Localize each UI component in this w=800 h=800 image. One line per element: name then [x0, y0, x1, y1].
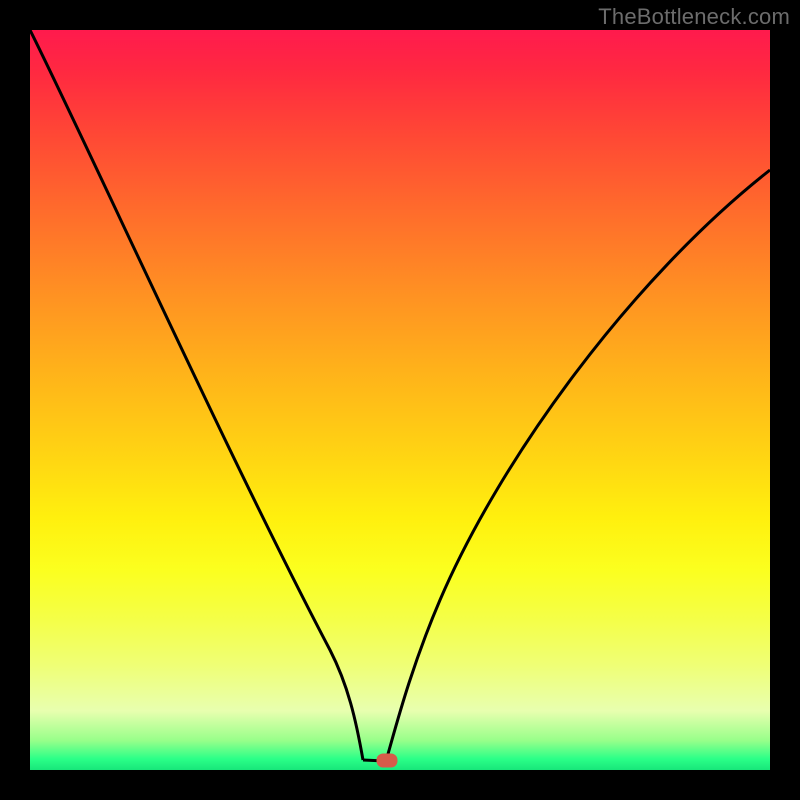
plot-area [30, 30, 770, 770]
chart-frame: TheBottleneck.com [0, 0, 800, 800]
curve-left-branch [30, 30, 363, 760]
bottleneck-marker [377, 754, 397, 767]
curve-right-branch [386, 170, 770, 761]
watermark-text: TheBottleneck.com [598, 4, 790, 30]
bottleneck-curve [30, 30, 770, 770]
